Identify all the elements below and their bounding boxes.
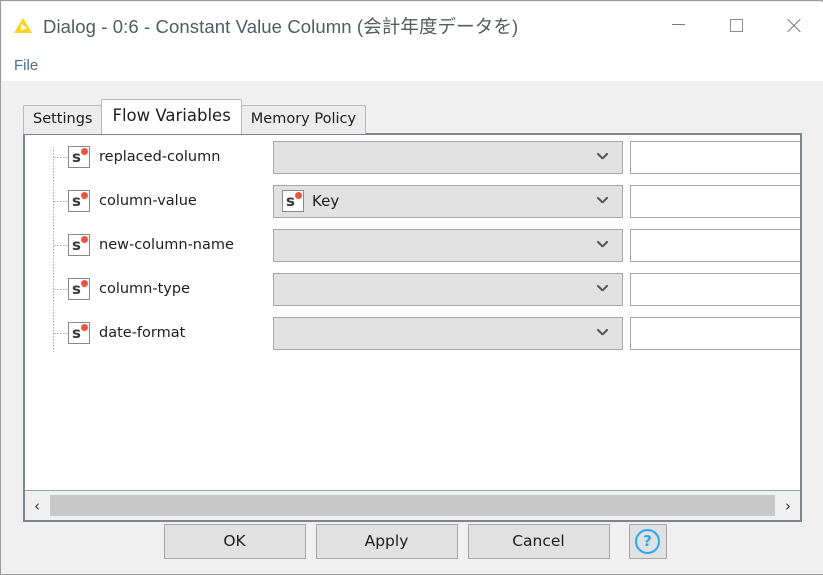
close-button[interactable]	[765, 2, 823, 49]
flow-variable-letter: s	[72, 236, 81, 254]
tab-flow-variables[interactable]: Flow Variables	[101, 99, 242, 134]
chevron-down-icon	[597, 241, 608, 252]
flow-variable-row: s new-column-name	[25, 227, 800, 263]
title-bar: Dialog - 0:6 - Constant Value Column (会計…	[2, 2, 823, 49]
flow-variable-output-field[interactable]	[630, 228, 800, 262]
close-icon	[785, 17, 803, 35]
flow-variable-dropdown[interactable]	[273, 316, 623, 350]
maximize-icon	[729, 19, 743, 32]
flow-variable-letter: s	[72, 324, 81, 342]
flow-variable-output-field[interactable]	[630, 140, 800, 174]
tree-branch-line	[54, 201, 68, 202]
chevron-down-icon	[597, 285, 608, 296]
flow-variable-dot-icon	[81, 192, 88, 199]
flow-variable-dropdown[interactable]	[273, 272, 623, 306]
help-button[interactable]: ?	[628, 523, 667, 559]
tree-branch-line	[54, 157, 68, 158]
flow-variable-letter: s	[286, 192, 295, 210]
cancel-button[interactable]: Cancel	[467, 523, 610, 559]
flow-variable-label: replaced-column	[99, 149, 221, 165]
help-icon: ?	[635, 528, 660, 554]
apply-button[interactable]: Apply	[315, 523, 458, 559]
flow-variable-string-icon: s	[68, 234, 90, 256]
maximize-button[interactable]	[707, 2, 765, 49]
menu-item-file[interactable]: File	[2, 55, 46, 76]
flow-variable-label: new-column-name	[99, 237, 234, 253]
scroll-right-arrow-icon[interactable]: ›	[776, 492, 800, 520]
tree-branch-line	[54, 245, 68, 246]
flow-variable-letter: s	[72, 192, 81, 210]
window-title: Dialog - 0:6 - Constant Value Column (会計…	[43, 15, 519, 37]
flow-variable-row: s replaced-column	[25, 139, 800, 175]
flow-variable-label: column-value	[99, 193, 197, 209]
dialog-window: Dialog - 0:6 - Constant Value Column (会計…	[0, 0, 823, 575]
tab-settings[interactable]: Settings	[23, 105, 103, 134]
flow-variable-dropdown[interactable]	[273, 140, 623, 174]
flow-variable-string-icon: s	[68, 146, 90, 168]
flow-variable-output-field[interactable]	[630, 316, 800, 350]
flow-variable-output-field[interactable]	[630, 184, 800, 218]
flow-variable-row: s column-type	[25, 271, 800, 307]
tab-strip: Settings Flow Variables Memory Policy	[23, 99, 367, 134]
tab-memory-policy[interactable]: Memory Policy	[240, 105, 367, 134]
flow-variable-dot-icon	[295, 192, 302, 199]
flow-variable-string-icon: s	[68, 278, 90, 300]
flow-variable-dot-icon	[81, 236, 88, 243]
scrollbar-thumb[interactable]	[50, 495, 775, 516]
menu-bar: File	[2, 49, 823, 81]
window-controls	[649, 2, 823, 49]
flow-variable-dropdown-value: Key	[312, 192, 340, 210]
flow-variable-row: s column-value s Key	[25, 183, 800, 219]
flow-variable-dot-icon	[81, 324, 88, 331]
chevron-down-icon	[597, 329, 608, 340]
chevron-down-icon	[597, 153, 608, 164]
ok-button[interactable]: OK	[163, 523, 306, 559]
flow-variable-label: column-type	[99, 281, 191, 297]
flow-variable-string-icon: s	[282, 190, 304, 212]
tree-branch-line	[54, 333, 68, 334]
horizontal-scrollbar[interactable]: ‹ ›	[25, 490, 800, 520]
flow-variable-string-icon: s	[68, 190, 90, 212]
flow-variable-label: date-format	[99, 325, 186, 341]
chevron-down-icon	[597, 197, 608, 208]
flow-variable-letter: s	[72, 148, 81, 166]
flow-variable-output-field[interactable]	[630, 272, 800, 306]
tree-branch-line	[54, 289, 68, 290]
flow-variable-row: s date-format	[25, 315, 800, 351]
flow-variable-dropdown[interactable]: s Key	[273, 184, 623, 218]
minimize-button[interactable]	[649, 2, 707, 49]
dialog-body: Settings Flow Variables Memory Policy s …	[2, 81, 823, 574]
scroll-left-arrow-icon[interactable]: ‹	[25, 492, 49, 520]
flow-variables-list: s replaced-column s column-value s Key s…	[25, 135, 800, 490]
flow-variable-letter: s	[72, 280, 81, 298]
flow-variable-dropdown[interactable]	[273, 228, 623, 262]
flow-variables-panel: s replaced-column s column-value s Key s…	[23, 133, 802, 522]
flow-variable-dot-icon	[81, 148, 88, 155]
minimize-icon	[671, 24, 685, 25]
flow-variable-dot-icon	[81, 280, 88, 287]
knime-triangle-icon	[12, 15, 34, 37]
flow-variable-string-icon: s	[68, 322, 90, 344]
